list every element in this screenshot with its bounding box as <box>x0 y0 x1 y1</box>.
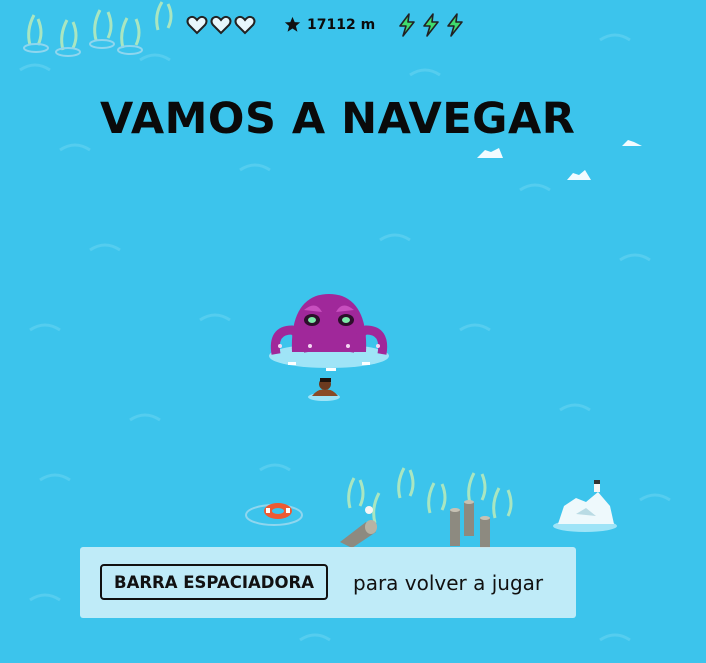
star-icon <box>284 16 301 32</box>
heart-icon <box>186 15 208 35</box>
game-title: VAMOS A NAVEGAR <box>100 94 576 144</box>
distance-value: 17112 m <box>307 16 376 33</box>
swimmer-player <box>308 378 340 401</box>
floating-log <box>340 506 377 548</box>
wooden-posts <box>450 500 490 548</box>
hud-bar: 17112 m <box>0 12 706 40</box>
lives-indicator <box>186 14 256 36</box>
spacebar-key-button[interactable]: BARRA ESPACIADORA <box>100 564 328 600</box>
iceberg <box>553 480 617 532</box>
heart-icon <box>234 15 256 35</box>
life-ring-buoy <box>245 503 303 526</box>
kraken-monster <box>269 294 389 371</box>
ice-chunk <box>567 170 591 180</box>
restart-instruction: para volver a jugar <box>353 571 544 595</box>
lightning-bolt-icon <box>447 13 463 37</box>
distance-counter: 17112 m <box>284 16 375 33</box>
ice-chunk <box>477 148 503 158</box>
restart-prompt[interactable]: BARRA ESPACIADORA para volver a jugar <box>80 547 576 618</box>
lightning-bolt-icon <box>399 13 415 37</box>
lightning-bolt-icon <box>423 13 439 37</box>
boost-indicator <box>396 13 466 37</box>
ice-chunk <box>622 140 642 146</box>
heart-icon <box>210 15 232 35</box>
